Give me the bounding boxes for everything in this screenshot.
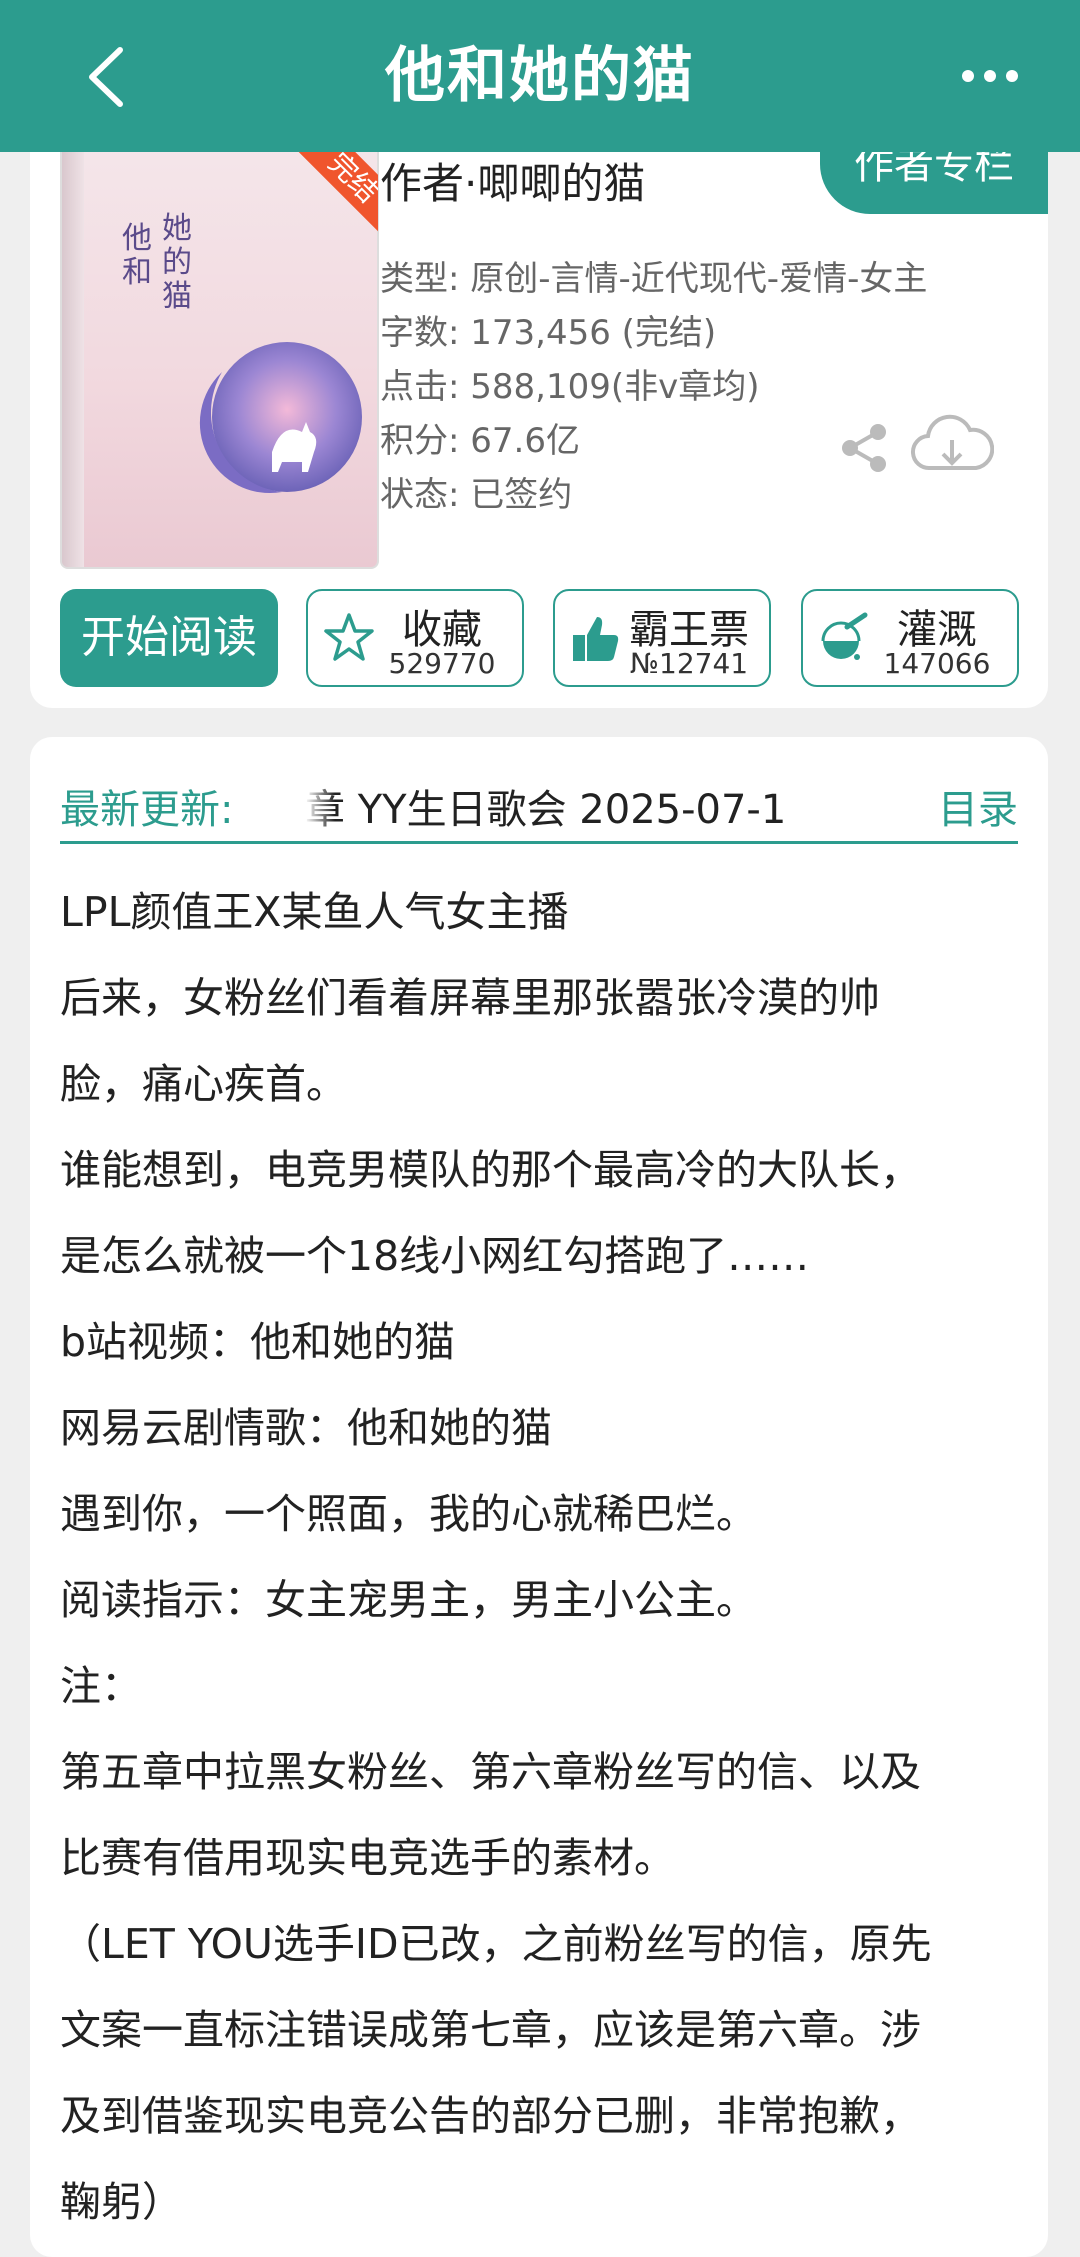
description-line: 鞠躬） [60,2178,183,2226]
description-line: 谁能想到，电竞男模队的那个最高冷的大队长， [60,1146,921,1194]
description-line: 文案一直标注错误成第七章，应该是第六章。涉 [60,2006,921,2054]
completed-ribbon: 完结 [258,140,378,260]
latest-update-label: 最新更新: [60,787,234,833]
description-card: 最新更新: 章 YY生日歌会 2025-07-1 目录 LPL颜值王X某鱼人气女… [30,737,1048,2257]
app-header: 他和她的猫 [0,0,1080,152]
book-info-list: 类型: 原创-言情-近代现代-爱情-女主 字数: 173,456 (完结) 点击… [380,252,927,522]
author-name[interactable]: 作者·唧唧的猫 [380,150,645,211]
description-line: 网易云剧情歌：他和她的猫 [60,1404,552,1452]
divider [60,841,1018,844]
table-of-contents-link[interactable]: 目录 [938,777,1018,835]
description-line: 遇到你，一个照面，我的心就稀巴烂。 [60,1490,757,1538]
vote-count: №12741 [629,647,749,680]
moon-cat-illustration [199,342,362,494]
description-line: 及到借鉴现实电竞公告的部分已删，非常抱歉， [60,2092,921,2140]
description-line: b站视频：他和她的猫 [60,1318,456,1366]
water-button[interactable]: 灌溉 147066 [801,589,1019,687]
favorite-count: 529770 [388,647,496,680]
description-line: 后来，女粉丝们看着屏幕里那张嚣张冷漠的帅 [60,974,880,1022]
book-info-card: 他和 她的猫 完结 作者专栏 作者·唧唧的猫 类型: 原创-言情-近代现代-爱情… [30,120,1048,708]
share-icon[interactable] [836,420,892,476]
favorite-button[interactable]: 收藏 529770 [306,589,524,687]
vote-button[interactable]: 霸王票 №12741 [553,589,771,687]
info-word-count: 字数: 173,456 (完结) [380,313,717,353]
water-count: 147066 [883,647,991,680]
cover-title-line2: 她的猫 [162,211,192,314]
info-type: 类型: 原创-言情-近代现代-爱情-女主 [380,259,928,299]
description-line: 比赛有借用现实电竞选手的素材。 [60,1834,675,1882]
info-clicks: 点击: 588,109(非v章均) [380,367,760,407]
description-line: 第五章中拉黑女粉丝、第六章粉丝写的信、以及 [60,1748,921,1796]
more-dots-icon[interactable] [962,62,1022,90]
description-line: 是怎么就被一个18线小网红勾搭跑了…… [60,1232,810,1280]
completed-ribbon-label: 完结 [278,140,378,253]
latest-update-row: 最新更新: 章 YY生日歌会 2025-07-1 目录 [60,765,1018,835]
book-description: LPL颜值王X某鱼人气女主播 后来，女粉丝们看着屏幕里那张嚣张冷漠的帅 脸，痛心… [60,869,1035,2245]
description-line: 脸，痛心疾首。 [60,1060,347,1108]
cover-title-line1: 他和 [122,221,152,290]
description-line: 阅读指示：女主宠男主，男主小公主。 [60,1576,757,1624]
download-cloud-icon[interactable] [910,412,994,482]
page-title: 他和她的猫 [385,41,695,111]
info-status: 状态: 已签约 [380,475,573,515]
description-line: 注： [60,1662,142,1710]
description-line: LPL颜值王X某鱼人气女主播 [60,888,569,936]
cover-spine [62,142,84,567]
start-reading-button[interactable]: 开始阅读 [60,589,278,687]
description-line: （LET YOU选手ID已改，之前粉丝写的信，原先 [60,1920,932,1968]
latest-update-text[interactable]: 章 YY生日歌会 2025-07-1 [305,777,865,835]
